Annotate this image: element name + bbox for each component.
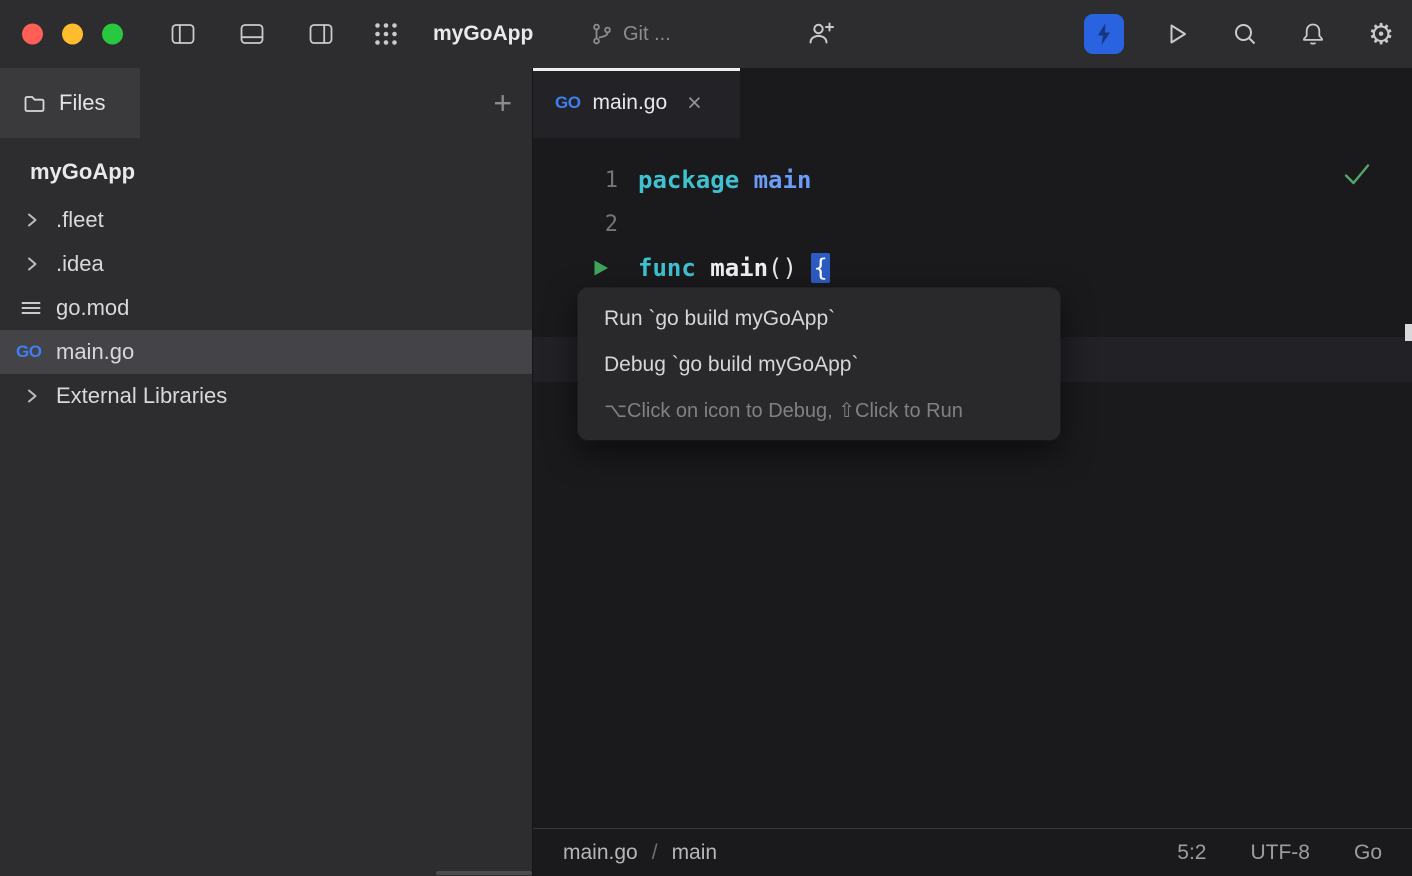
caret-position[interactable]: 5:2: [1177, 841, 1206, 865]
tree-item-label: go.mod: [56, 295, 129, 321]
minimize-window-button[interactable]: [62, 24, 83, 45]
go-file-icon: GO: [16, 342, 41, 362]
titlebar: myGoApp Git ...: [0, 0, 1412, 68]
play-icon: [1163, 20, 1191, 48]
code-line-2[interactable]: 2: [533, 202, 1412, 246]
grid-icon: [372, 20, 400, 48]
tree-item-external-libraries[interactable]: External Libraries: [0, 374, 532, 418]
chevron-right-icon: [26, 211, 38, 229]
titlebar-actions: ⚙: [1084, 0, 1396, 68]
tree-item-maingo[interactable]: GO main.go: [0, 330, 532, 374]
code-line-3[interactable]: func main() {: [533, 246, 1412, 290]
package-name-token: main: [754, 166, 812, 194]
new-tool-tab-button[interactable]: +: [493, 87, 512, 119]
breadcrumb-separator: /: [652, 841, 658, 865]
bell-icon: [1299, 20, 1327, 48]
matched-brace-token: {: [811, 253, 829, 283]
search-icon: [1231, 20, 1259, 48]
tree-item-label: .idea: [56, 251, 104, 277]
folder-icon: [22, 91, 46, 115]
close-window-button[interactable]: [22, 24, 43, 45]
chevron-right-icon: [26, 387, 38, 405]
tree-item-label: External Libraries: [56, 383, 227, 409]
files-panel: Files + myGoApp .fleet: [0, 68, 533, 876]
tree-item-label: .fleet: [56, 207, 104, 233]
line-gutter: [533, 246, 618, 290]
run-triangle-icon: [592, 259, 610, 277]
tree-item-idea[interactable]: .idea: [0, 242, 532, 286]
settings-button[interactable]: ⚙: [1366, 19, 1396, 49]
git-branch-button[interactable]: Git ...: [590, 0, 671, 68]
chevron-right-icon: [26, 255, 38, 273]
gear-icon: ⚙: [1368, 20, 1394, 49]
go-file-icon: GO: [555, 93, 580, 113]
tab-files[interactable]: Files: [0, 68, 140, 138]
lightning-icon: [1093, 21, 1115, 47]
right-panel-icon: [307, 20, 335, 48]
inspections-ok-icon: [1342, 160, 1372, 193]
file-language[interactable]: Go: [1354, 841, 1382, 865]
close-tab-icon[interactable]: ×: [687, 91, 702, 116]
horizontal-scrollbar-thumb[interactable]: [436, 871, 532, 875]
file-tree: myGoApp .fleet .idea: [0, 138, 532, 418]
code-line-1[interactable]: 1 package main: [533, 158, 1412, 202]
files-tab-label: Files: [59, 90, 105, 116]
gomod-file-icon: [19, 296, 43, 320]
toggle-left-panel-button[interactable]: [168, 19, 198, 49]
search-button[interactable]: [1230, 19, 1260, 49]
bottom-panel-icon: [238, 20, 266, 48]
add-collaborator-icon: [806, 20, 836, 48]
run-button[interactable]: [1162, 19, 1192, 49]
panel-toggles: [168, 0, 336, 68]
left-panel-icon: [169, 20, 197, 48]
notifications-button[interactable]: [1298, 19, 1328, 49]
git-branch-label: Git ...: [623, 23, 671, 46]
toggle-right-panel-button[interactable]: [306, 19, 336, 49]
run-gutter-button[interactable]: [592, 259, 610, 277]
breadcrumb-scope[interactable]: main: [672, 841, 718, 865]
punctuation-token: (): [768, 254, 811, 282]
popup-hint: ⌥Click on icon to Debug, ⇧Click to Run: [578, 388, 1060, 432]
code-lines: 1 package main 2 func main() {: [533, 138, 1412, 290]
tree-item-label: main.go: [56, 339, 134, 365]
line-number: 1: [533, 158, 618, 202]
scrollbar-thumb[interactable]: [1405, 324, 1412, 341]
function-name-token: main: [710, 254, 768, 282]
editor-tabbar: GO main.go ×: [533, 68, 1412, 138]
window-controls: [22, 24, 123, 45]
project-title: myGoApp: [433, 22, 533, 46]
run-chooser-popup: Run `go build myGoApp` Debug `go build m…: [578, 288, 1060, 440]
editor-area: GO main.go × 1 package main 2: [533, 68, 1412, 876]
tab-label: main.go: [592, 91, 667, 115]
statusbar-right: 5:2 UTF-8 Go: [1177, 841, 1382, 865]
project-root-label: myGoApp: [30, 159, 135, 185]
workspace-grid-button[interactable]: [371, 19, 401, 49]
file-encoding[interactable]: UTF-8: [1250, 841, 1310, 865]
statusbar: main.go / main 5:2 UTF-8 Go: [533, 828, 1412, 876]
collaborate-button[interactable]: [806, 19, 836, 49]
tree-item-fleet[interactable]: .fleet: [0, 198, 532, 242]
fleet-window: myGoApp Git ...: [0, 0, 1412, 876]
popup-run-item[interactable]: Run `go build myGoApp`: [578, 296, 1060, 342]
tab-main-go[interactable]: GO main.go ×: [533, 68, 740, 138]
line-number: 2: [533, 202, 618, 246]
keyword-token: func: [638, 254, 710, 282]
tree-item-gomod[interactable]: go.mod: [0, 286, 532, 330]
popup-debug-item[interactable]: Debug `go build myGoApp`: [578, 342, 1060, 388]
toggle-bottom-panel-button[interactable]: [237, 19, 267, 49]
files-panel-header: Files +: [0, 68, 532, 138]
keyword-token: package: [638, 166, 754, 194]
git-branch-icon: [590, 22, 614, 46]
code-editor[interactable]: 1 package main 2 func main() {: [533, 138, 1412, 828]
breadcrumb-file[interactable]: main.go: [563, 841, 638, 865]
run-config-button[interactable]: [1084, 14, 1124, 54]
tree-item-project-root[interactable]: myGoApp: [0, 146, 532, 198]
zoom-window-button[interactable]: [102, 24, 123, 45]
breadcrumbs: main.go / main: [563, 841, 717, 865]
